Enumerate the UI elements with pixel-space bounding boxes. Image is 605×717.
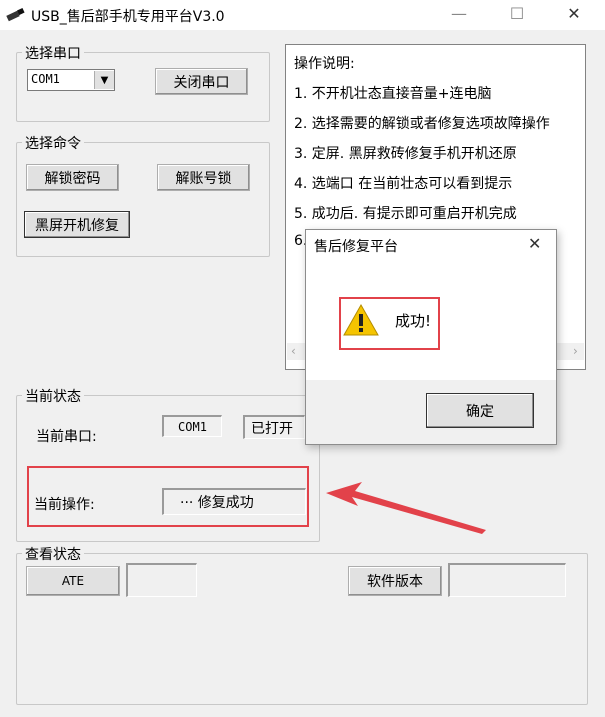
ok-button[interactable]: 确定 xyxy=(426,393,534,428)
title-bar: USB_售后部手机专用平台V3.0 — ☐ ✕ xyxy=(0,0,605,30)
chevron-down-icon[interactable]: ▼ xyxy=(94,71,114,89)
current-status-group-label: 当前状态 xyxy=(22,386,84,406)
black-screen-repair-button[interactable]: 黑屏开机修复 xyxy=(24,211,130,238)
annotation-highlight-box xyxy=(27,466,309,527)
close-port-button[interactable]: 关闭串口 xyxy=(155,68,248,95)
minimize-button[interactable]: — xyxy=(448,4,470,24)
annotation-arrow xyxy=(326,482,486,534)
dialog-title: 售后修复平台 xyxy=(314,239,398,255)
command-group xyxy=(16,142,270,257)
port-select-value: COM1 xyxy=(31,72,60,86)
current-port-value: COM1 xyxy=(162,415,222,437)
instruction-line: 1. 不开机壮态直接音量+连电脑 xyxy=(294,86,492,102)
current-port-label: 当前串口: xyxy=(36,429,97,445)
scroll-right-icon[interactable]: › xyxy=(573,344,578,358)
software-version-value-field xyxy=(448,563,566,597)
dialog-close-icon[interactable]: ✕ xyxy=(528,234,541,253)
warning-icon xyxy=(343,304,379,336)
dialog-footer: 确定 xyxy=(306,380,556,444)
maximize-button[interactable]: ☐ xyxy=(506,4,528,24)
instruction-line: 3. 定屏. 黑屏救砖修复手机开机还原 xyxy=(294,146,517,162)
window-close-button[interactable]: ✕ xyxy=(563,4,585,24)
success-dialog: 售后修复平台 ✕ 成功! 确定 xyxy=(305,229,557,445)
port-select[interactable]: COM1 ▼ xyxy=(27,69,115,91)
unlock-account-button[interactable]: 解账号锁 xyxy=(157,164,250,191)
serial-port-group-label: 选择串口 xyxy=(22,43,84,63)
port-state-value: 已打开 xyxy=(243,415,305,439)
instruction-line: 2. 选择需要的解锁或者修复选项故障操作 xyxy=(294,116,550,132)
dialog-message: 成功! xyxy=(395,312,432,330)
check-status-group-label: 查看状态 xyxy=(22,544,84,564)
usb-app-icon xyxy=(6,8,25,22)
ate-button[interactable]: ATE xyxy=(26,566,120,596)
window-title: USB_售后部手机专用平台V3.0 xyxy=(31,9,225,25)
unlock-password-button[interactable]: 解锁密码 xyxy=(26,164,119,191)
command-group-label: 选择命令 xyxy=(22,133,84,153)
software-version-button[interactable]: 软件版本 xyxy=(348,566,442,596)
instruction-line: 5. 成功后. 有提示即可重启开机完成 xyxy=(294,206,517,222)
instructions-title: 操作说明: xyxy=(294,56,355,72)
scroll-left-icon[interactable]: ‹ xyxy=(291,344,296,358)
instruction-line: 4. 选端口 在当前壮态可以看到提示 xyxy=(294,176,513,192)
ate-value-field xyxy=(126,563,197,597)
